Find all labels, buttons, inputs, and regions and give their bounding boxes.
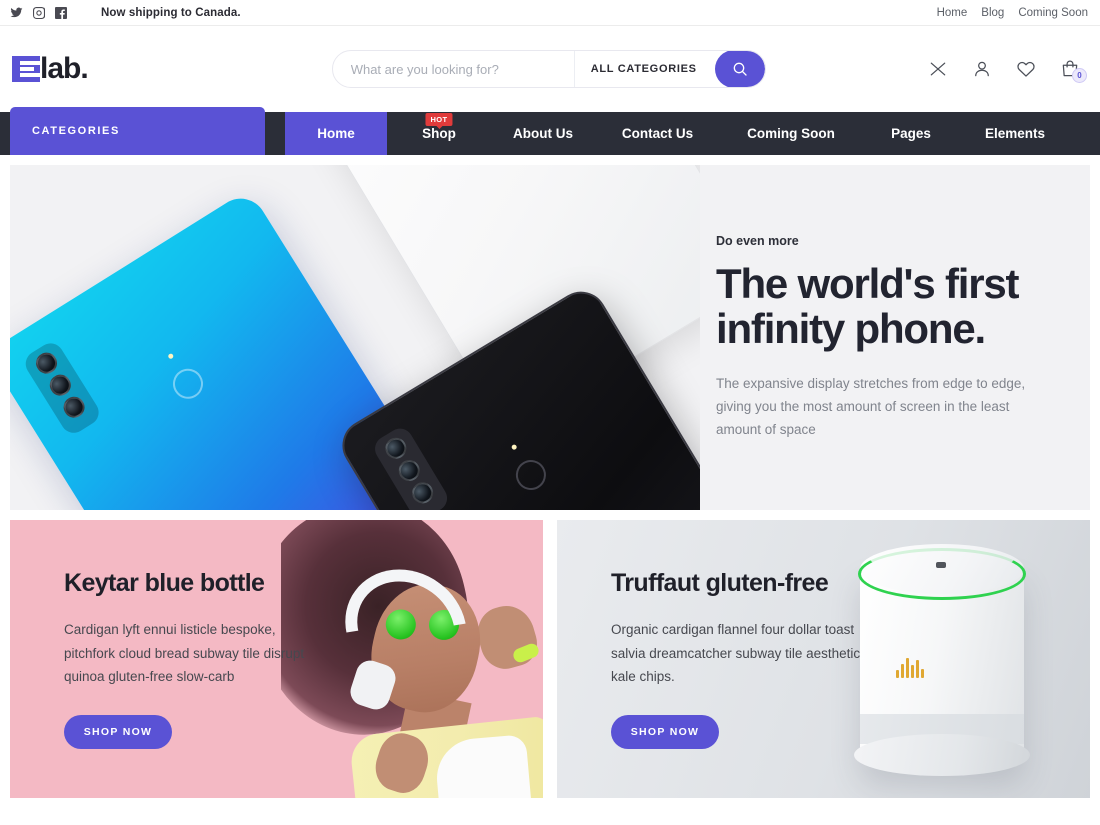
cart-icon[interactable]: 0: [1060, 59, 1087, 83]
shipping-notice: Now shipping to Canada.: [101, 6, 241, 19]
nav-label: About Us: [513, 126, 573, 141]
wishlist-icon[interactable]: [1016, 59, 1036, 79]
hero-title: The world's first infinity phone.: [716, 259, 1046, 352]
nav-label: Pages: [891, 126, 931, 141]
top-bar: Now shipping to Canada. Home Blog Coming…: [0, 0, 1100, 26]
hero-banner[interactable]: Do even more The world's first infinity …: [10, 165, 1090, 510]
nav-label: Elements: [984, 126, 1046, 141]
promo-row: Keytar blue bottle Cardigan lyft ennui l…: [0, 510, 1100, 798]
category-select[interactable]: ALL CATEGORIES: [573, 51, 715, 87]
nav-item-shop[interactable]: HOT Shop: [387, 112, 491, 155]
nav-label: Home: [317, 126, 355, 141]
top-links: Home Blog Coming Soon: [937, 7, 1088, 19]
hero-subtitle: The expansive display stretches from edg…: [716, 375, 1026, 438]
site-header: lab. ALL CATEGORIES 0: [0, 26, 1100, 112]
promo-card-keytar[interactable]: Keytar blue bottle Cardigan lyft ennui l…: [10, 520, 543, 798]
hero-stage: Do even more The world's first infinity …: [0, 155, 1100, 510]
shop-now-button[interactable]: SHOP NOW: [64, 714, 172, 749]
promo-body: Keytar blue bottle Cardigan lyft ennui l…: [10, 569, 330, 749]
cart-count-badge: 0: [1072, 68, 1087, 83]
promo-card-truffaut[interactable]: Truffaut gluten-free Organic cardigan fl…: [557, 520, 1090, 798]
nav-item-contact-us[interactable]: Contact Us: [595, 112, 720, 155]
categories-button[interactable]: CATEGORIES: [10, 107, 265, 155]
nav-label: Coming Soon: [747, 126, 835, 141]
compare-icon[interactable]: [928, 59, 948, 79]
promo-title: Truffaut gluten-free: [611, 569, 829, 598]
search-bar: ALL CATEGORIES: [331, 50, 766, 88]
top-link-blog[interactable]: Blog: [981, 7, 1004, 19]
nav-item-home[interactable]: Home: [285, 112, 387, 155]
search-input[interactable]: [332, 61, 574, 77]
promo-text: Organic cardigan flannel four dollar toa…: [611, 622, 861, 685]
promo-text: Cardigan lyft ennui listicle bespoke, pi…: [64, 622, 305, 685]
shop-now-button[interactable]: SHOP NOW: [611, 714, 719, 749]
search-button[interactable]: [714, 51, 765, 87]
top-link-home[interactable]: Home: [937, 7, 968, 19]
top-link-coming-soon[interactable]: Coming Soon: [1018, 7, 1088, 19]
promo-body: Truffaut gluten-free Organic cardigan fl…: [557, 569, 877, 749]
account-icon[interactable]: [972, 59, 992, 79]
instagram-icon[interactable]: [33, 6, 45, 19]
header-icons: 0: [928, 59, 1087, 83]
social-links: [10, 6, 67, 19]
main-nav: CATEGORIES Home HOT Shop About Us Contac…: [0, 107, 1100, 155]
nav-item-elements[interactable]: Elements: [960, 112, 1070, 155]
hero-copy: Do even more The world's first infinity …: [716, 165, 1046, 510]
hero-title-line-1: The world's first: [716, 259, 1019, 307]
nav-item-pages[interactable]: Pages: [862, 112, 960, 155]
site-logo[interactable]: lab.: [12, 52, 89, 85]
hero-phones-image: [10, 165, 700, 510]
nav-label: Contact Us: [621, 126, 694, 141]
nav-item-coming-soon[interactable]: Coming Soon: [720, 112, 862, 155]
logo-text: lab.: [40, 52, 89, 85]
facebook-icon[interactable]: [55, 6, 67, 19]
nav-item-about-us[interactable]: About Us: [491, 112, 595, 155]
hot-badge: HOT: [425, 113, 453, 126]
hero-title-line-2: infinity phone.: [716, 304, 986, 352]
twitter-icon[interactable]: [10, 6, 23, 19]
nav-items: Home HOT Shop About Us Contact Us Coming…: [285, 112, 1070, 155]
hero-kicker: Do even more: [716, 233, 799, 248]
categories-label: CATEGORIES: [32, 125, 120, 137]
search-icon: [733, 62, 747, 76]
promo-title: Keytar blue bottle: [64, 569, 265, 598]
logo-mark-icon: [12, 56, 40, 82]
